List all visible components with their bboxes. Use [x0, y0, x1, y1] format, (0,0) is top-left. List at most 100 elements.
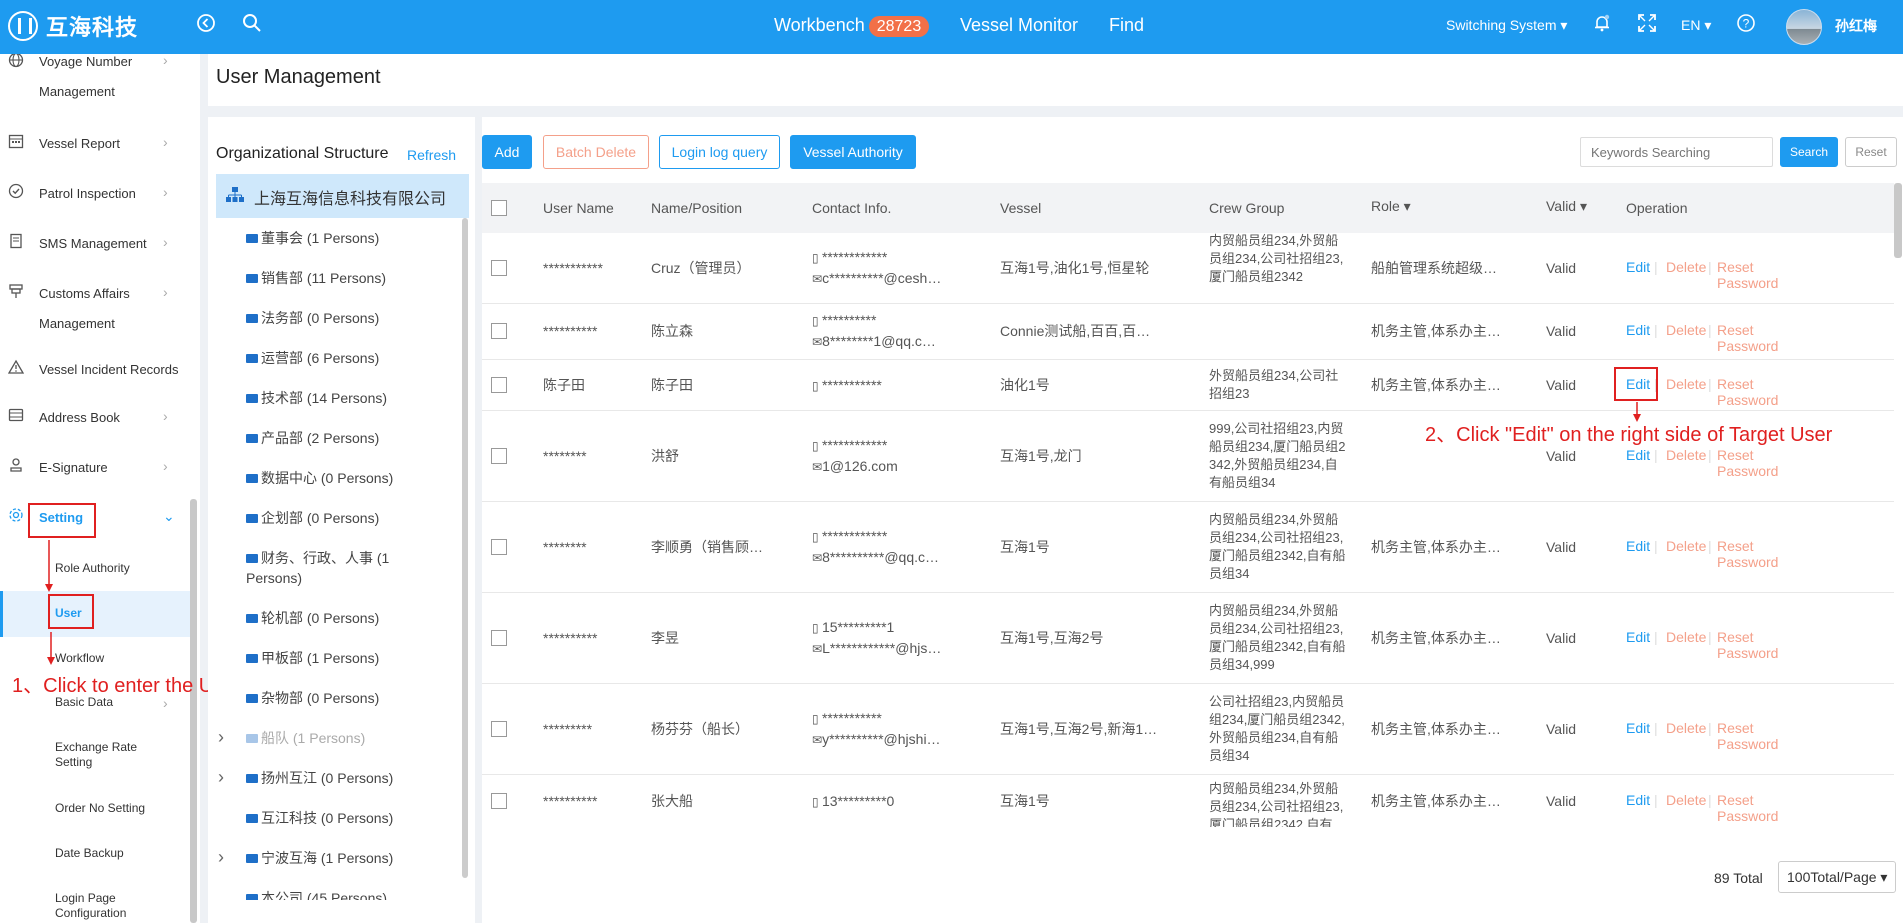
org-node[interactable]: 轮机部 (0 Persons): [246, 608, 379, 628]
sidebar-subitem-order-no-setting[interactable]: Order No Setting: [55, 801, 145, 816]
delete-button[interactable]: Delete: [1666, 629, 1706, 645]
org-node[interactable]: 产品部 (2 Persons): [246, 428, 379, 448]
org-root-node[interactable]: 上海互海信息科技有限公司: [216, 174, 469, 218]
org-node[interactable]: 甲板部 (1 Persons): [246, 648, 379, 668]
name-position-cell: 李顺勇（销售顾…: [651, 538, 763, 555]
reset-password-button[interactable]: Reset Password: [1717, 538, 1778, 570]
fullscreen-icon[interactable]: [1637, 13, 1657, 39]
sidebar-item-sms-management[interactable]: SMS Management ›: [0, 230, 190, 260]
bell-icon[interactable]: [1592, 13, 1612, 39]
row-checkbox[interactable]: [491, 376, 507, 393]
edit-button[interactable]: Edit: [1626, 538, 1650, 554]
org-node[interactable]: 法务部 (0 Persons): [246, 308, 379, 328]
delete-button[interactable]: Delete: [1666, 376, 1706, 392]
page-size-select[interactable]: 100Total/Page ▾: [1778, 861, 1896, 893]
org-node[interactable]: 运营部 (6 Persons): [246, 348, 379, 368]
keyword-search-input[interactable]: [1580, 137, 1773, 167]
org-node[interactable]: 数据中心 (0 Persons): [246, 468, 393, 488]
org-node-label: 轮机部 (0 Persons): [261, 610, 380, 626]
language-dropdown[interactable]: EN ▾: [1681, 17, 1711, 34]
edit-button[interactable]: Edit: [1626, 259, 1650, 275]
delete-button[interactable]: Delete: [1666, 538, 1706, 554]
reset-password-button[interactable]: Reset Password: [1717, 447, 1778, 479]
add-button[interactable]: Add: [482, 135, 532, 169]
search-icon[interactable]: [242, 13, 262, 39]
org-node[interactable]: 董事会 (1 Persons): [246, 228, 379, 248]
sidebar-item-vessel-report[interactable]: Vessel Report ›: [0, 130, 190, 160]
expand-chevron-icon[interactable]: ›: [218, 727, 224, 747]
edit-button[interactable]: Edit: [1626, 322, 1650, 338]
row-checkbox[interactable]: [491, 260, 507, 276]
brand-logo[interactable]: 互海科技: [8, 10, 138, 42]
vessel-authority-button[interactable]: Vessel Authority: [790, 135, 916, 169]
expand-chevron-icon[interactable]: ›: [218, 847, 224, 867]
edit-button[interactable]: Edit: [1626, 720, 1650, 736]
nav-workbench[interactable]: Workbench 28723: [774, 15, 930, 37]
phone-icon: ▯: [812, 314, 822, 328]
nav-vessel-monitor[interactable]: Vessel Monitor: [960, 15, 1078, 36]
col-role-sort[interactable]: Role ▾: [1371, 198, 1411, 215]
org-node[interactable]: 互江科技 (0 Persons): [246, 808, 393, 828]
back-icon[interactable]: [196, 13, 216, 39]
sidebar-scrollbar[interactable]: [190, 499, 197, 923]
login-log-query-button[interactable]: Login log query: [659, 135, 780, 169]
org-scrollbar[interactable]: [462, 218, 468, 878]
org-node[interactable]: 技术部 (14 Persons): [246, 388, 387, 408]
row-checkbox[interactable]: [491, 447, 507, 464]
sidebar-item-address-book[interactable]: Address Book ›: [0, 404, 190, 434]
folder-icon: [246, 854, 258, 863]
sidebar-active-highlight: [0, 591, 190, 637]
row-checkbox[interactable]: [491, 629, 507, 646]
row-checkbox[interactable]: [491, 323, 507, 339]
org-node[interactable]: 企划部 (0 Persons): [246, 508, 379, 528]
user-name[interactable]: 孙红梅: [1835, 16, 1877, 36]
help-icon[interactable]: ?: [1736, 13, 1756, 39]
sidebar-item-customs-affairs-management[interactable]: Customs Affairs Management ›: [0, 280, 190, 336]
org-node[interactable]: 本公司 (45 Persons): [246, 888, 387, 900]
sidebar-item-voyage-number-management[interactable]: Voyage Number Management ›: [0, 54, 190, 104]
avatar[interactable]: [1786, 9, 1822, 45]
sidebar-item-vessel-incident-records[interactable]: Vessel Incident Records: [0, 356, 190, 386]
edit-button[interactable]: Edit: [1626, 447, 1650, 463]
edit-button[interactable]: Edit: [1626, 792, 1650, 808]
org-node[interactable]: 杂物部 (0 Persons): [246, 688, 379, 708]
delete-button[interactable]: Delete: [1666, 259, 1706, 275]
reset-password-button[interactable]: Reset Password: [1717, 629, 1778, 661]
row-checkbox[interactable]: [491, 792, 507, 809]
sidebar-subitem-exchange-rate-setting[interactable]: Exchange Rate Setting: [55, 740, 137, 770]
col-valid-sort[interactable]: Valid ▾: [1546, 198, 1587, 215]
delete-button[interactable]: Delete: [1666, 720, 1706, 736]
reset-password-button[interactable]: Reset Password: [1717, 322, 1778, 354]
reset-password-button[interactable]: Reset Password: [1717, 792, 1778, 824]
select-all-checkbox[interactable]: [491, 200, 507, 216]
edit-button[interactable]: Edit: [1626, 629, 1650, 645]
expand-chevron-icon[interactable]: ›: [218, 767, 224, 787]
search-button[interactable]: Search: [1780, 137, 1838, 167]
row-checkbox[interactable]: [491, 538, 507, 555]
org-node[interactable]: › 船队 (1 Persons): [218, 727, 365, 748]
sidebar-subitem-role-authority[interactable]: Role Authority: [55, 561, 130, 576]
org-tree-icon: [226, 187, 244, 208]
reset-password-button[interactable]: Reset Password: [1717, 376, 1778, 408]
delete-button[interactable]: Delete: [1666, 447, 1706, 463]
sidebar-subitem-login-page-configuration[interactable]: Login Page Configuration: [55, 891, 126, 921]
org-refresh-link[interactable]: Refresh: [407, 147, 456, 163]
row-checkbox[interactable]: [491, 720, 507, 737]
reset-button[interactable]: Reset: [1845, 137, 1897, 167]
batch-delete-button[interactable]: Batch Delete: [543, 135, 649, 169]
sidebar-item-e-signature[interactable]: E-Signature ›: [0, 454, 190, 484]
sidebar-subitem-workflow[interactable]: Workflow: [55, 651, 104, 666]
sidebar-item-patrol-inspection[interactable]: Patrol Inspection ›: [0, 180, 190, 210]
switching-system-dropdown[interactable]: Switching System ▾: [1446, 17, 1567, 34]
sidebar-subitem-date-backup[interactable]: Date Backup: [55, 846, 124, 861]
table-scrollbar[interactable]: [1894, 183, 1902, 258]
delete-button[interactable]: Delete: [1666, 792, 1706, 808]
org-node[interactable]: › 扬州互江 (0 Persons): [218, 767, 393, 788]
delete-button[interactable]: Delete: [1666, 322, 1706, 338]
org-node[interactable]: 财务、行政、人事 (1 Persons): [246, 548, 389, 588]
nav-find[interactable]: Find: [1109, 15, 1144, 36]
reset-password-button[interactable]: Reset Password: [1717, 720, 1778, 752]
org-node[interactable]: › 宁波互海 (1 Persons): [218, 847, 393, 868]
reset-password-button[interactable]: Reset Password: [1717, 259, 1778, 291]
org-node[interactable]: 销售部 (11 Persons): [246, 268, 386, 288]
